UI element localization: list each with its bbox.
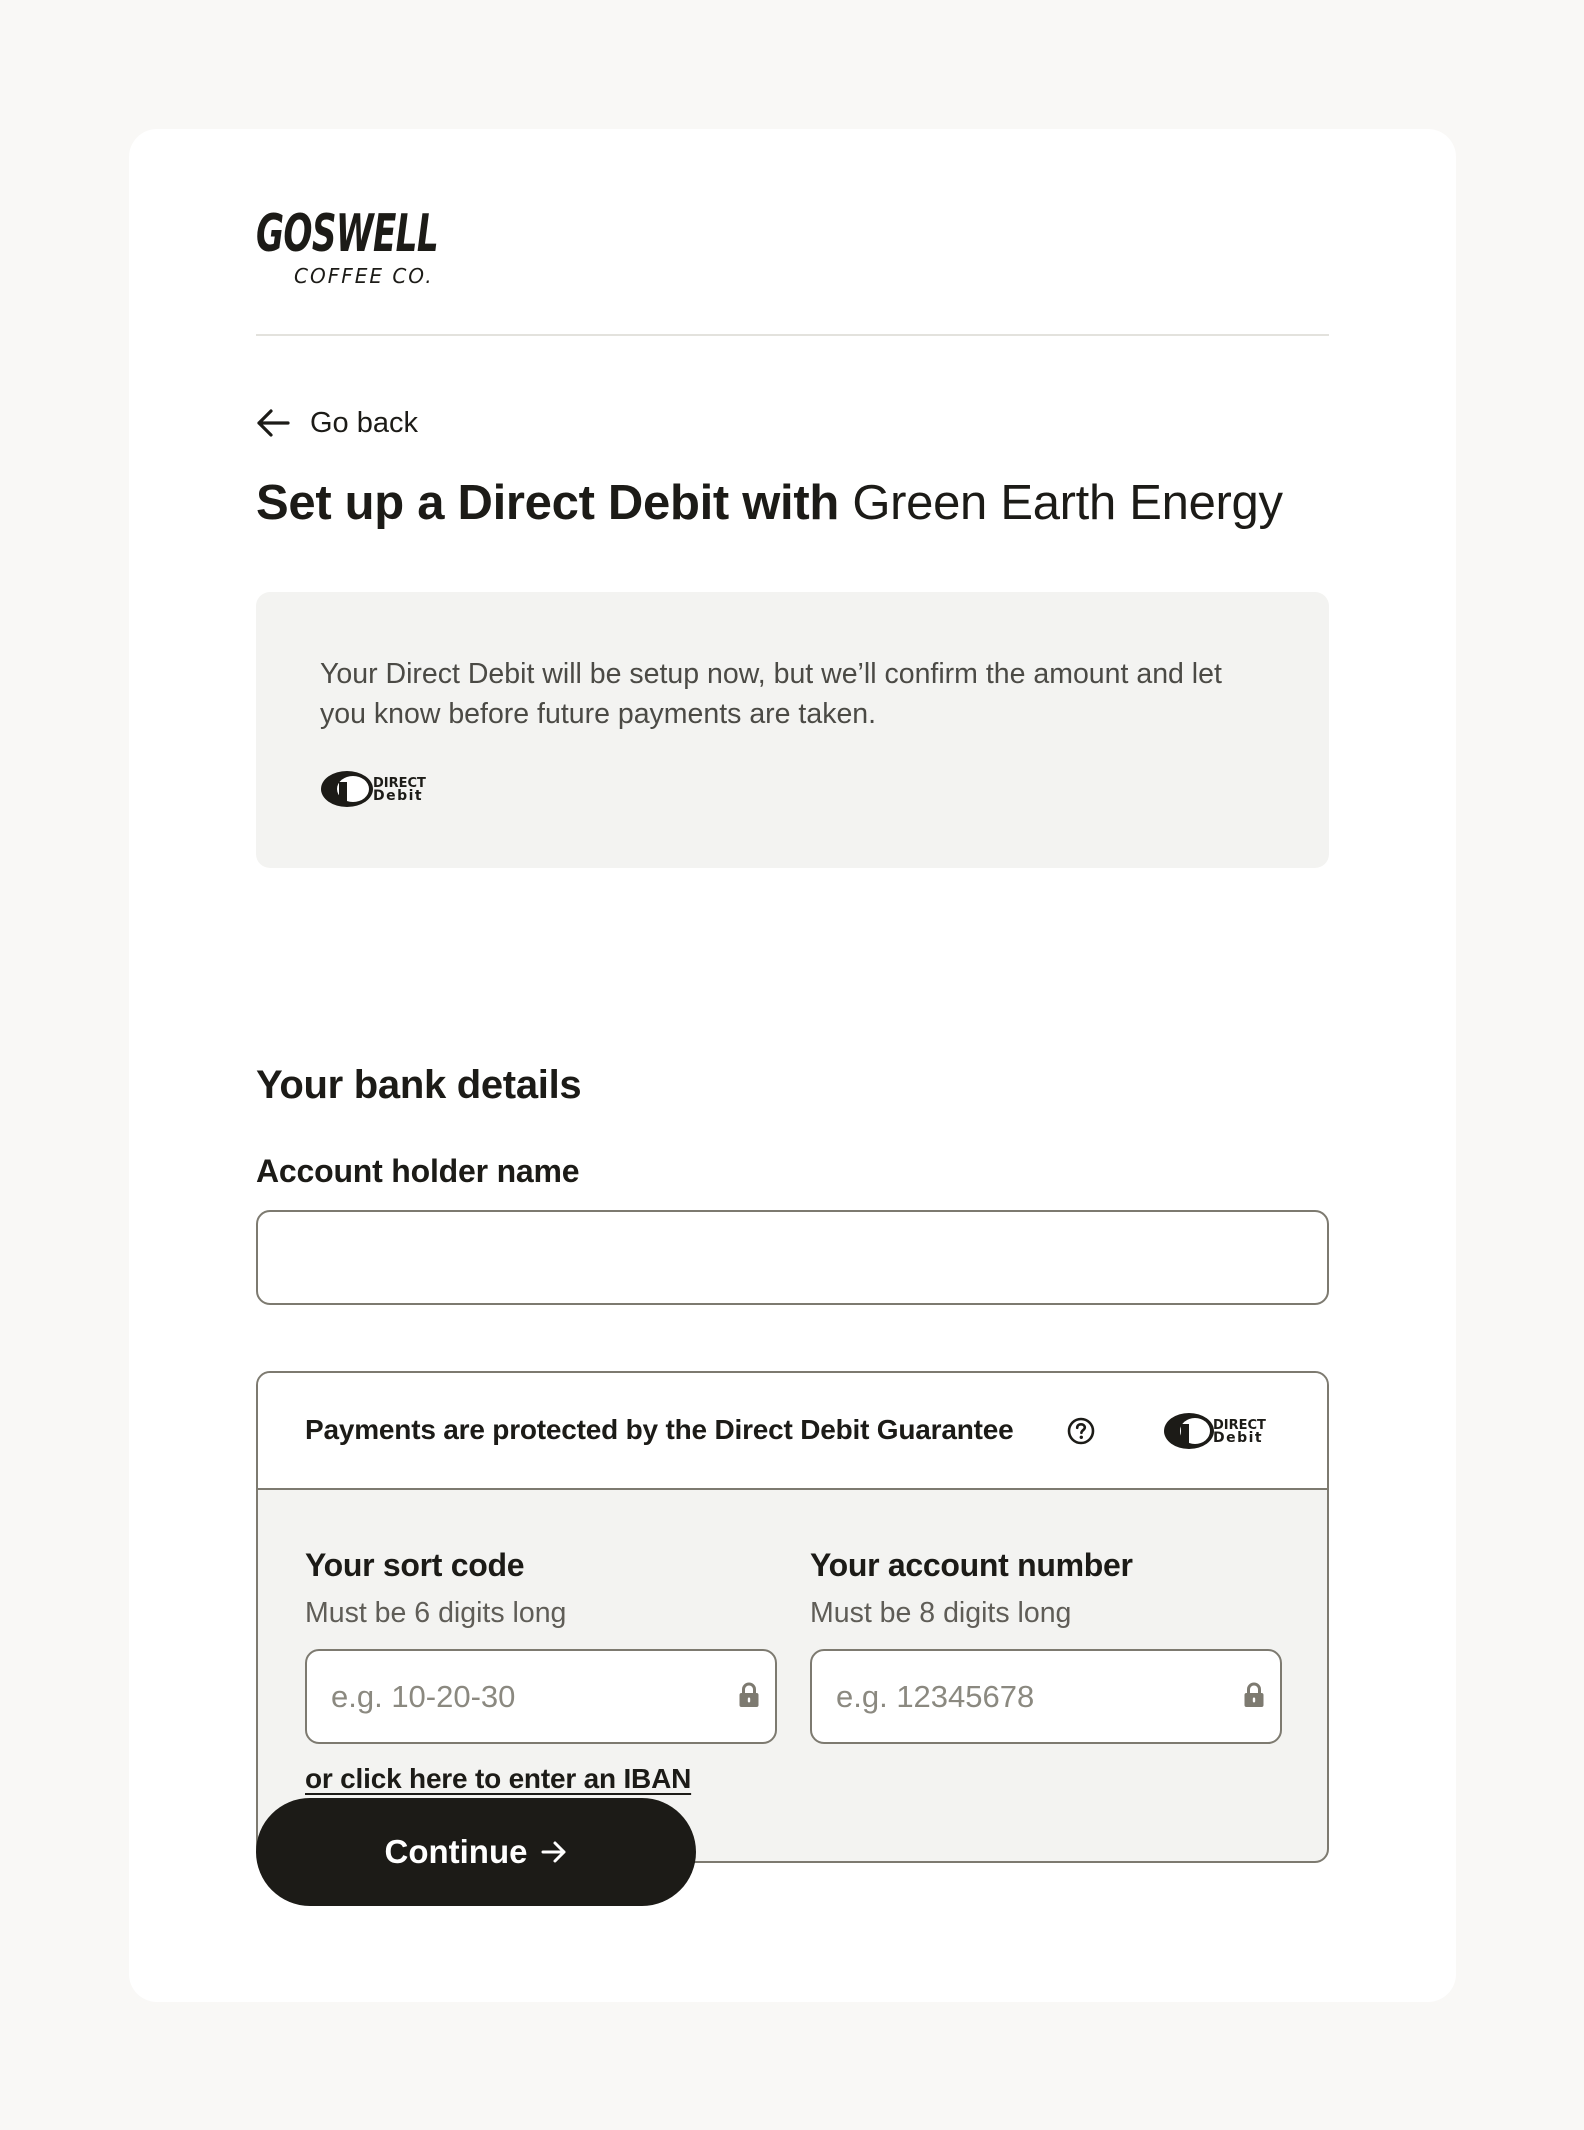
logo-wordmark: GOSWELL xyxy=(256,204,438,264)
account-holder-label: Account holder name xyxy=(256,1153,580,1189)
sort-code-input-wrap xyxy=(305,1649,777,1744)
account-number-input[interactable] xyxy=(810,1649,1282,1744)
dd-logo-line2: Debit xyxy=(373,788,423,804)
info-panel: Your Direct Debit will be setup now, but… xyxy=(256,592,1329,868)
lock-icon xyxy=(739,1682,759,1707)
go-back-link[interactable]: Go back xyxy=(256,402,418,444)
arrow-right-icon xyxy=(541,1841,566,1863)
brand-logo: GOSWELL COFFEE CO. xyxy=(256,201,446,301)
direct-debit-logo-icon: DIRECT Debit xyxy=(1164,1413,1266,1449)
logo-subline: COFFEE CO. xyxy=(294,264,434,288)
direct-debit-logo-guarantee: DIRECT Debit xyxy=(1163,1411,1273,1451)
bank-account-panel: Payments are protected by the Direct Deb… xyxy=(256,1371,1329,1863)
dd-logo-line2: Debit xyxy=(1213,1430,1263,1446)
info-text: Your Direct Debit will be setup now, but… xyxy=(320,658,1222,730)
arrow-left-icon xyxy=(257,409,290,437)
continue-label: Continue xyxy=(384,1833,528,1870)
sort-code-hint: Must be 6 digits long xyxy=(305,1597,567,1629)
account-number-label: Your account number xyxy=(810,1547,1133,1583)
sort-code-label: Your sort code xyxy=(305,1547,525,1583)
form-card: GOSWELL COFFEE CO. Go back Set up a Dire… xyxy=(129,129,1456,2002)
merchant-name: Green Earth Energy xyxy=(852,476,1283,530)
account-holder-input[interactable] xyxy=(256,1210,1329,1305)
sort-code-field: Your sort code Must be 6 digits long xyxy=(305,1545,777,1744)
guarantee-bar: Payments are protected by the Direct Deb… xyxy=(258,1373,1327,1490)
page-title-prefix: Set up a Direct Debit with xyxy=(256,476,839,530)
account-number-hint: Must be 8 digits long xyxy=(810,1597,1072,1629)
sort-code-input[interactable] xyxy=(305,1649,777,1744)
goswell-logo-icon: GOSWELL COFFEE CO. xyxy=(256,204,439,288)
continue-button[interactable]: Continue xyxy=(256,1798,696,1906)
enter-iban-link[interactable]: or click here to enter an IBAN xyxy=(305,1763,691,1795)
direct-debit-logo-icon: DIRECT Debit xyxy=(321,771,426,807)
bank-details-heading: Your bank details xyxy=(256,1063,582,1107)
go-back-label: Go back xyxy=(310,406,418,439)
header-divider xyxy=(256,334,1329,336)
account-number-field: Your account number Must be 8 digits lon… xyxy=(810,1545,1282,1744)
guarantee-text: Payments are protected by the Direct Deb… xyxy=(305,1414,1014,1445)
direct-debit-logo: DIRECT Debit xyxy=(320,769,440,809)
lock-icon xyxy=(1244,1682,1264,1707)
question-circle-icon[interactable] xyxy=(1066,1416,1096,1446)
page-title: Set up a Direct Debit with Green Earth E… xyxy=(256,475,1283,531)
account-number-input-wrap xyxy=(810,1649,1282,1744)
